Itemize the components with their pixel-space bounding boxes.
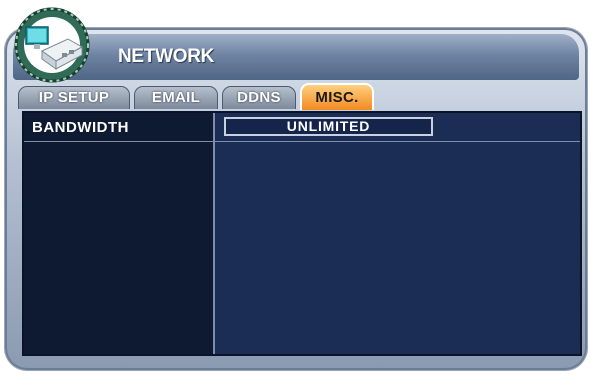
bandwidth-select[interactable]: UNLIMITED [224, 117, 433, 136]
bandwidth-label: BANDWIDTH [32, 119, 129, 136]
tab-ddns[interactable]: DDNS [222, 86, 296, 109]
label-column [24, 113, 215, 354]
row-divider [24, 141, 580, 142]
network-dvr-icon [14, 7, 90, 83]
tab-ip-setup[interactable]: IP SETUP [18, 86, 130, 109]
tab-misc[interactable]: MISC. [300, 83, 374, 110]
window-title: NETWORK [118, 46, 215, 67]
tab-email[interactable]: EMAIL [134, 86, 218, 109]
settings-panel: BANDWIDTH UNLIMITED [22, 111, 582, 356]
